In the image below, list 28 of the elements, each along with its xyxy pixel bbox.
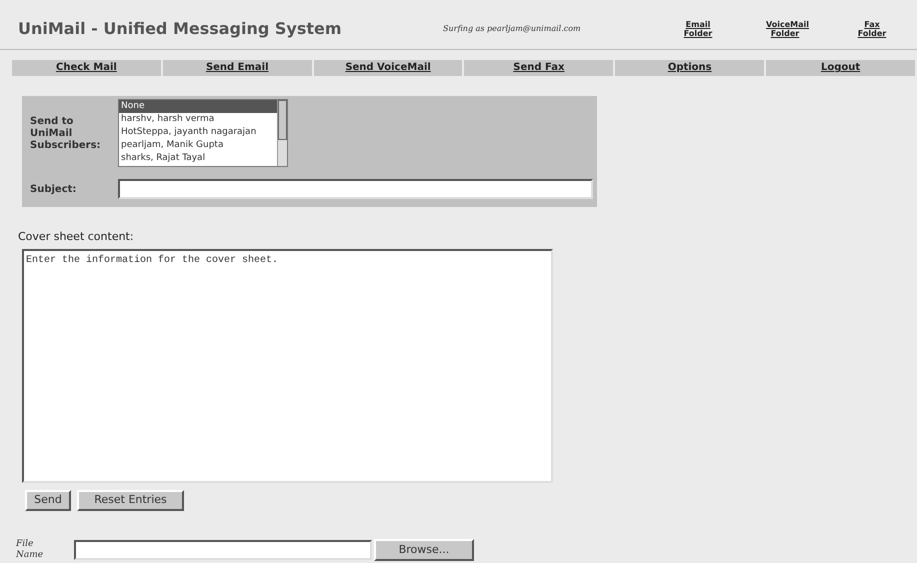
recipients-listbox[interactable]: None harshv, harsh verma HotSteppa, jayanth nagarajan pearljam, Manik Gupta sharks, Rajat Tayal [118,99,288,167]
scrollbar[interactable] [277,100,287,166]
nav-link[interactable]: Send VoiceMail [314,60,462,76]
list-option[interactable]: sharks, Rajat Tayal [119,152,277,165]
nav-link[interactable]: Options [615,60,764,76]
form-button[interactable]: Reset Entries [77,490,184,511]
recipients-label: Send to UniMail Subscribers: [30,116,101,152]
browse-button[interactable]: Browse... [374,539,474,561]
subject-label: Subject: [30,182,76,196]
nav-link[interactable]: Send Fax [464,60,614,76]
file-field[interactable] [74,540,372,560]
subject-field[interactable] [118,179,593,199]
cover-textarea[interactable]: Enter the information for the cover sheet. [22,249,553,483]
file-label: File Name [16,539,44,561]
nav-link[interactable]: Logout [766,60,915,76]
user-status: Surfing as pearljam@unimail.com [443,22,582,34]
folder-link[interactable]: VoiceMail Folder [760,20,810,38]
folder-link[interactable]: Email Folder [673,20,723,38]
folder-link[interactable]: Fax Folder [847,20,897,38]
form-button[interactable]: Send [25,490,71,511]
app-title: UniMail - Unified Messaging System [18,18,343,40]
list-option[interactable]: harshv, harsh verma [119,113,277,126]
list-option[interactable]: None [119,100,277,113]
cover-label: Cover sheet content: [18,230,134,243]
nav-link[interactable]: Check Mail [12,60,161,76]
list-option[interactable]: HotSteppa, jayanth nagarajan [119,126,277,139]
nav-link[interactable]: Send Email [162,60,312,76]
list-option[interactable]: pearljam, Manik Gupta [119,139,277,152]
